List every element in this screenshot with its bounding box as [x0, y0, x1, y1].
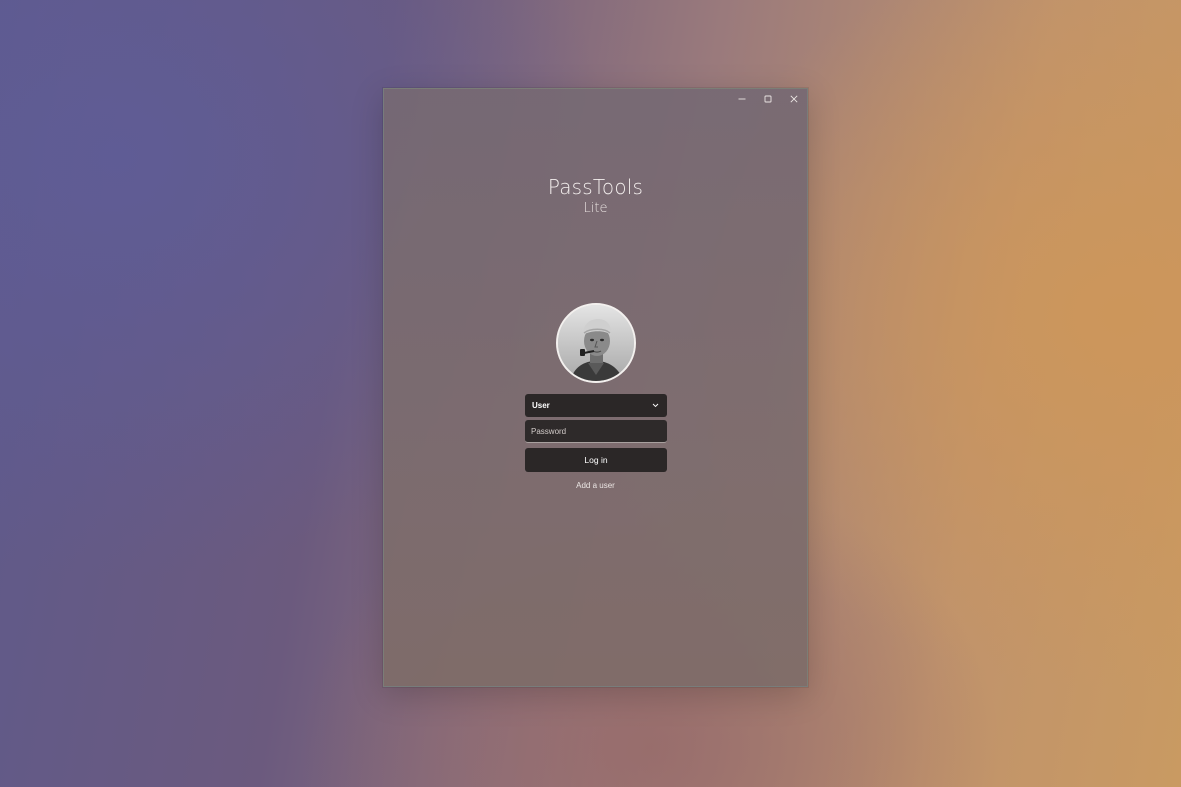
password-input[interactable]: Password	[525, 420, 667, 443]
minimize-button[interactable]	[729, 89, 755, 109]
minimize-icon	[738, 98, 746, 100]
chevron-down-icon	[652, 403, 659, 408]
desktop-background: PassTools Lite User Password Log in Add …	[0, 0, 1181, 787]
avatar-photo	[558, 305, 634, 381]
user-select-value: User	[532, 401, 550, 410]
maximize-icon	[764, 95, 772, 103]
add-user-link[interactable]: Add a user	[384, 481, 807, 490]
password-placeholder: Password	[531, 426, 567, 436]
login-button[interactable]: Log in	[525, 448, 667, 472]
user-avatar	[556, 303, 636, 383]
window-caption-buttons	[729, 89, 807, 109]
login-button-label: Log in	[584, 455, 608, 465]
close-button[interactable]	[781, 89, 807, 109]
app-window: PassTools Lite User Password Log in Add …	[383, 88, 808, 687]
maximize-button[interactable]	[755, 89, 781, 109]
app-title: PassTools	[547, 175, 644, 199]
user-select[interactable]: User	[525, 394, 667, 417]
app-subtitle: Lite	[583, 201, 608, 216]
close-icon	[790, 95, 798, 103]
